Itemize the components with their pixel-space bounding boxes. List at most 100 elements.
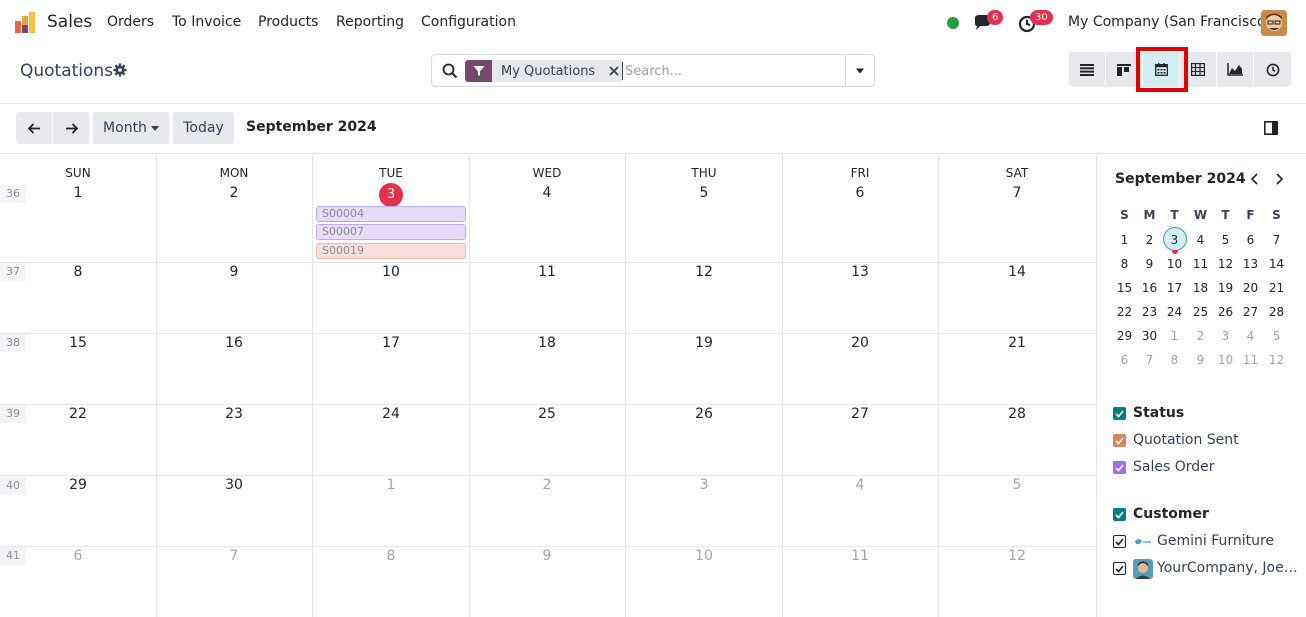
mini-day[interactable]: 4: [1238, 329, 1263, 343]
search-icon[interactable]: [442, 63, 458, 79]
day-cell[interactable]: 2: [527, 477, 567, 493]
mini-day[interactable]: 28: [1264, 305, 1289, 319]
mini-day[interactable]: 5: [1264, 329, 1289, 343]
day-cell[interactable]: 22: [58, 406, 98, 422]
day-cell[interactable]: 4: [527, 185, 567, 201]
quotation-sent-checkbox[interactable]: [1113, 434, 1126, 447]
mini-day[interactable]: 10: [1162, 257, 1187, 271]
mini-day[interactable]: 12: [1264, 353, 1289, 367]
sales-order-checkbox[interactable]: [1113, 461, 1126, 474]
mini-day[interactable]: 2: [1137, 233, 1162, 247]
day-cell[interactable]: 7: [214, 548, 254, 564]
day-cell[interactable]: 3: [684, 477, 724, 493]
day-cell[interactable]: 17: [371, 335, 411, 351]
mini-day[interactable]: 27: [1238, 305, 1263, 319]
mini-day[interactable]: 21: [1264, 281, 1289, 295]
chevron-left-icon[interactable]: [1249, 173, 1261, 185]
mini-day[interactable]: 8: [1112, 257, 1137, 271]
mini-day[interactable]: 11: [1188, 257, 1213, 271]
mini-day[interactable]: 25: [1188, 305, 1213, 319]
page-title[interactable]: Quotations: [20, 61, 113, 81]
mini-day[interactable]: 10: [1213, 353, 1238, 367]
day-cell[interactable]: 29: [58, 477, 98, 493]
mini-day[interactable]: 30: [1137, 329, 1162, 343]
day-cell[interactable]: 10: [684, 548, 724, 564]
day-cell[interactable]: 26: [684, 406, 724, 422]
mini-day[interactable]: 2: [1188, 329, 1213, 343]
mini-day[interactable]: 4: [1188, 233, 1213, 247]
mini-day[interactable]: 18: [1188, 281, 1213, 295]
mini-day[interactable]: 7: [1137, 353, 1162, 367]
customer-filter-checkbox[interactable]: [1113, 508, 1126, 521]
user-avatar[interactable]: [1261, 10, 1287, 36]
day-cell[interactable]: 28: [997, 406, 1037, 422]
mini-day[interactable]: 14: [1264, 257, 1289, 271]
menu-configuration[interactable]: Configuration: [421, 14, 516, 30]
menu-products[interactable]: Products: [258, 14, 318, 30]
mini-day[interactable]: 3: [1213, 329, 1238, 343]
menu-orders[interactable]: Orders: [107, 14, 154, 30]
day-cell[interactable]: 20: [840, 335, 880, 351]
day-cell[interactable]: 8: [58, 264, 98, 280]
day-cell[interactable]: 5: [684, 185, 724, 201]
mini-day[interactable]: 26: [1213, 305, 1238, 319]
day-cell[interactable]: 6: [840, 185, 880, 201]
mini-day[interactable]: 29: [1112, 329, 1137, 343]
status-filter-checkbox[interactable]: [1113, 407, 1126, 420]
day-cell[interactable]: 12: [997, 548, 1037, 564]
mini-day[interactable]: 16: [1137, 281, 1162, 295]
mini-day[interactable]: 9: [1137, 257, 1162, 271]
day-cell[interactable]: 1: [58, 185, 98, 201]
today-button[interactable]: Today: [173, 112, 234, 144]
sales-app-logo-icon[interactable]: [14, 11, 38, 35]
scale-dropdown[interactable]: Month: [93, 112, 169, 144]
list-view-button[interactable]: [1069, 52, 1106, 87]
yourcompany-joe-checkbox[interactable]: [1113, 562, 1126, 575]
mini-day[interactable]: 8: [1162, 353, 1187, 367]
gemini-furniture-checkbox[interactable]: [1113, 535, 1126, 548]
mini-day[interactable]: 17: [1162, 281, 1187, 295]
day-cell[interactable]: 5: [997, 477, 1037, 493]
day-cell[interactable]: 7: [997, 185, 1037, 201]
mini-day[interactable]: 23: [1137, 305, 1162, 319]
day-cell[interactable]: 18: [527, 335, 567, 351]
chevron-right-icon[interactable]: [1273, 173, 1285, 185]
mini-day[interactable]: 20: [1238, 281, 1263, 295]
day-cell[interactable]: 16: [214, 335, 254, 351]
mini-day[interactable]: 9: [1188, 353, 1213, 367]
remove-facet-icon[interactable]: [605, 60, 623, 82]
day-cell[interactable]: 2: [214, 185, 254, 201]
day-cell[interactable]: 9: [527, 548, 567, 564]
mini-day[interactable]: 12: [1213, 257, 1238, 271]
day-cell[interactable]: 24: [371, 406, 411, 422]
day-cell[interactable]: 11: [840, 548, 880, 564]
day-cell[interactable]: 21: [997, 335, 1037, 351]
mini-day[interactable]: 1: [1112, 233, 1137, 247]
day-cell[interactable]: 10: [371, 264, 411, 280]
sidebar-toggle-icon[interactable]: [1264, 121, 1278, 135]
day-cell[interactable]: 19: [684, 335, 724, 351]
mini-day[interactable]: 5: [1213, 233, 1238, 247]
mini-day[interactable]: 22: [1112, 305, 1137, 319]
app-name[interactable]: Sales: [47, 12, 92, 32]
calendar-event[interactable]: S00007: [316, 224, 466, 240]
day-cell[interactable]: 15: [58, 335, 98, 351]
company-switcher[interactable]: My Company (San Francisco): [1068, 14, 1271, 30]
today-marker[interactable]: 3: [379, 183, 403, 207]
next-button[interactable]: [53, 112, 89, 144]
search-options-toggle[interactable]: [845, 54, 875, 87]
day-cell[interactable]: 25: [527, 406, 567, 422]
menu-reporting[interactable]: Reporting: [336, 14, 404, 30]
search-input[interactable]: [622, 62, 837, 80]
day-cell[interactable]: 1: [371, 477, 411, 493]
day-cell[interactable]: 11: [527, 264, 567, 280]
day-cell[interactable]: 14: [997, 264, 1037, 280]
calendar-event[interactable]: S00019: [316, 243, 466, 259]
mini-day[interactable]: 6: [1112, 353, 1137, 367]
mini-day[interactable]: 6: [1238, 233, 1263, 247]
day-cell[interactable]: 6: [58, 548, 98, 564]
day-cell[interactable]: 27: [840, 406, 880, 422]
day-cell[interactable]: 12: [684, 264, 724, 280]
mini-day[interactable]: 19: [1213, 281, 1238, 295]
mini-day[interactable]: 15: [1112, 281, 1137, 295]
